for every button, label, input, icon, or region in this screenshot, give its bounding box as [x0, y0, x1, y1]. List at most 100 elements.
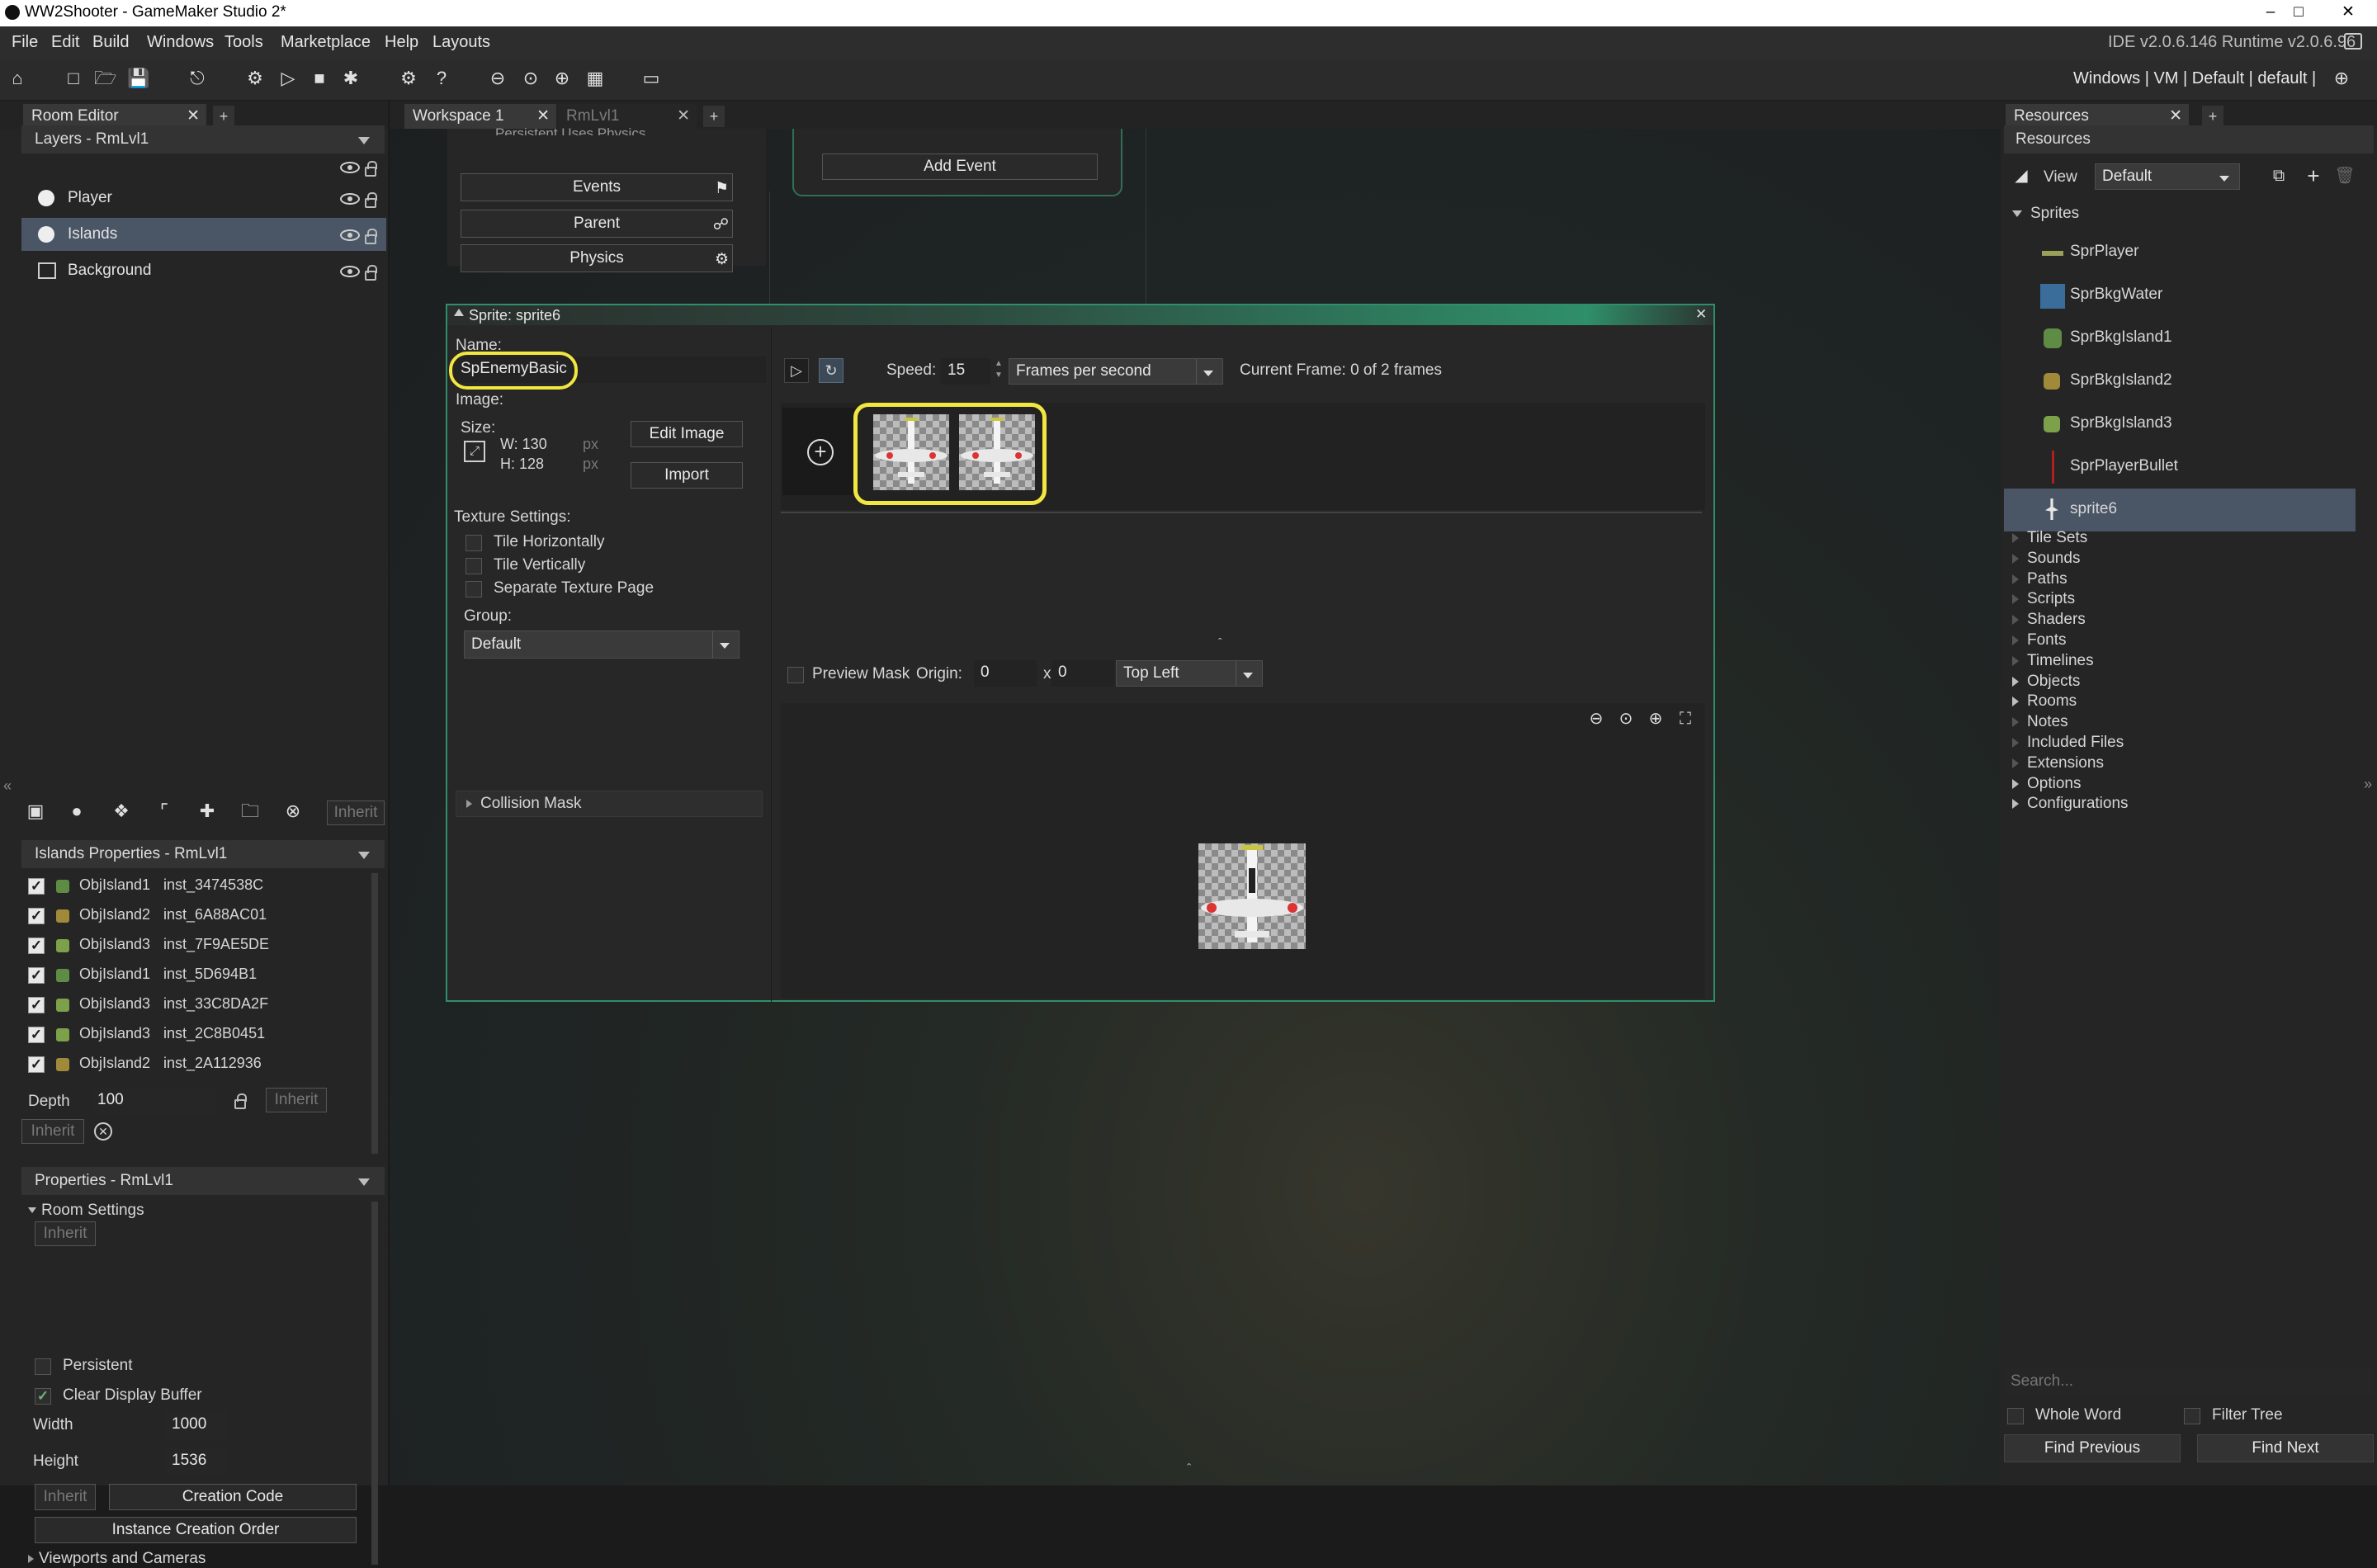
speed-type-dropdown[interactable]: Frames per second [1009, 358, 1223, 385]
find-next-button[interactable]: Find Next [2197, 1434, 2374, 1462]
add-resource-icon[interactable]: + [2303, 165, 2324, 187]
layer-row[interactable]: Background [21, 254, 386, 287]
target-config[interactable]: Windows | VM | Default | default | [2073, 69, 2316, 88]
fit-screen-icon[interactable]: ⛶ [1674, 708, 1697, 730]
inherit-settings-button[interactable]: Inherit [35, 1221, 96, 1246]
origin-x-field[interactable]: 0 [974, 660, 1037, 687]
display-icon[interactable]: ▭ [640, 68, 662, 89]
collapse-left-icon[interactable]: « [3, 777, 12, 795]
group-notes[interactable]: Notes [2012, 712, 2359, 733]
lock-icon[interactable] [365, 265, 377, 281]
layer-row[interactable]: Player [21, 182, 386, 215]
close-sprite-icon[interactable]: ✕ [1695, 306, 1707, 323]
menu-file[interactable]: File [12, 33, 38, 52]
layers-header[interactable]: Layers - RmLvl1 [21, 125, 385, 153]
clear-icon[interactable]: ✕ [94, 1122, 112, 1141]
group-timelines[interactable]: Timelines [2012, 651, 2359, 672]
group-sounds[interactable]: Sounds [2012, 549, 2359, 569]
instance-row[interactable]: ✓ ObjIsland2 inst_2A112936 [21, 1050, 368, 1079]
list-item[interactable]: SprPlayerBullet [2004, 446, 2356, 489]
chat-icon[interactable] [2344, 33, 2362, 50]
copy-icon[interactable]: ⧉ [2268, 165, 2290, 187]
resize-icon[interactable]: ⤢ [464, 441, 485, 462]
origin-y-field[interactable]: 0 [1051, 660, 1114, 687]
maximize-button[interactable]: □ [2286, 2, 2311, 23]
search-input[interactable] [2004, 1368, 2374, 1395]
persistent-checkbox[interactable] [35, 1358, 51, 1375]
list-item-selected[interactable]: sprite6 [2004, 489, 2356, 531]
lock-icon[interactable] [365, 229, 377, 244]
splitter-up-icon[interactable]: ˆ [1218, 635, 1222, 649]
islands-properties-header[interactable]: Islands Properties - RmLvl1 [21, 840, 385, 868]
lock-icon[interactable] [365, 192, 377, 208]
visibility-eye-icon[interactable] [340, 193, 360, 205]
inherit-layer-button[interactable]: Inherit [327, 801, 385, 825]
add-workspace-tab-icon[interactable]: + [703, 106, 725, 127]
open-project-icon[interactable]: 🗁 [94, 68, 116, 89]
delete-resource-icon[interactable]: 🗑 [2334, 165, 2356, 187]
sprites-folder[interactable]: Sprites [2012, 205, 2079, 223]
instance-row[interactable]: ✓ ObjIsland3 inst_7F9AE5DE [21, 931, 368, 961]
menu-help[interactable]: Help [385, 33, 418, 52]
collapse-icon[interactable] [454, 309, 464, 316]
add-path-layer-icon[interactable]: ⌜ [154, 801, 175, 822]
clean-icon[interactable]: ✱ [340, 68, 362, 89]
add-event-button[interactable]: Add Event [822, 153, 1098, 180]
instance-row[interactable]: ✓ ObjIsland1 inst_3474538C [21, 871, 368, 901]
collapse-right-icon[interactable]: » [2364, 776, 2372, 793]
zoom-out-icon[interactable]: ⊖ [487, 68, 508, 89]
menu-windows[interactable]: Windows [147, 33, 214, 52]
chevron-down-icon[interactable] [358, 852, 370, 859]
loop-icon[interactable]: ↻ [819, 358, 844, 383]
expand-bottom-icon[interactable]: ˆ [1187, 1462, 1191, 1477]
viewports-toggle[interactable]: Viewports and Cameras [28, 1550, 206, 1568]
list-item[interactable]: SprBkgIsland2 [2004, 360, 2356, 403]
room-settings-toggle[interactable]: Room Settings [28, 1202, 144, 1220]
sprite-title-bar[interactable]: Sprite: sprite6 ✕ [447, 305, 1713, 325]
group-dropdown[interactable]: Default [464, 631, 740, 659]
run-icon[interactable]: ▷ [277, 68, 299, 89]
list-item[interactable]: SprBkgIsland1 [2004, 317, 2356, 360]
instance-row[interactable]: ✓ ObjIsland3 inst_33C8DA2F [21, 990, 368, 1020]
add-tile-layer-icon[interactable]: ❖ [111, 801, 132, 822]
instance-checkbox[interactable]: ✓ [28, 878, 45, 895]
group-objects[interactable]: Objects [2012, 672, 2359, 692]
clear-display-checkbox[interactable]: ✓ [35, 1388, 51, 1405]
visibility-eye-icon[interactable] [340, 266, 360, 277]
properties-header[interactable]: Properties - RmLvl1 [21, 1167, 385, 1195]
menu-edit[interactable]: Edit [51, 33, 79, 52]
group-options[interactable]: Options [2012, 774, 2359, 795]
instance-checkbox[interactable]: ✓ [28, 967, 45, 984]
list-item[interactable]: SprPlayer [2004, 231, 2356, 274]
instance-checkbox[interactable]: ✓ [28, 937, 45, 954]
height-field[interactable]: 1536 [165, 1448, 228, 1476]
find-previous-button[interactable]: Find Previous [2004, 1434, 2181, 1462]
instance-creation-order-button[interactable]: Instance Creation Order [35, 1517, 357, 1543]
group-fonts[interactable]: Fonts [2012, 631, 2359, 651]
separate-texture-checkbox[interactable] [465, 581, 482, 597]
group-tile-sets[interactable]: Tile Sets [2012, 528, 2359, 549]
add-asset-layer-icon[interactable]: ✚ [196, 801, 218, 822]
sprite-canvas[interactable]: ⊖ ⊙ ⊕ ⛶ [781, 703, 1705, 999]
close-window-button[interactable]: ✕ [2336, 2, 2360, 23]
instance-checkbox[interactable]: ✓ [28, 908, 45, 924]
tile-vertically-checkbox[interactable] [465, 558, 482, 574]
minimize-button[interactable]: – [2258, 2, 2283, 23]
zoom-reset-icon[interactable]: ⊙ [1614, 708, 1637, 730]
save-icon[interactable]: 💾 [127, 68, 149, 89]
origin-preset-dropdown[interactable]: Top Left [1116, 660, 1263, 687]
menu-tools[interactable]: Tools [224, 33, 263, 52]
properties-scrollbar[interactable] [371, 1202, 378, 1565]
group-shaders[interactable]: Shaders [2012, 610, 2359, 631]
zoom-in-icon[interactable]: ⊕ [551, 68, 573, 89]
add-background-layer-icon[interactable]: ▣ [25, 801, 46, 822]
export-icon[interactable]: ⎋ [187, 68, 208, 89]
instance-list-scrollbar[interactable] [371, 873, 378, 1154]
instance-row[interactable]: ✓ ObjIsland2 inst_6A88AC01 [21, 901, 368, 931]
grid-icon[interactable]: ▦ [584, 68, 606, 89]
instance-row[interactable]: ✓ ObjIsland1 inst_5D694B1 [21, 961, 368, 990]
new-project-icon[interactable]: □ [63, 68, 84, 89]
group-rooms[interactable]: Rooms [2012, 692, 2359, 712]
chevron-down-icon[interactable] [358, 1178, 370, 1186]
inherit-depth-button[interactable]: Inherit [266, 1088, 327, 1112]
